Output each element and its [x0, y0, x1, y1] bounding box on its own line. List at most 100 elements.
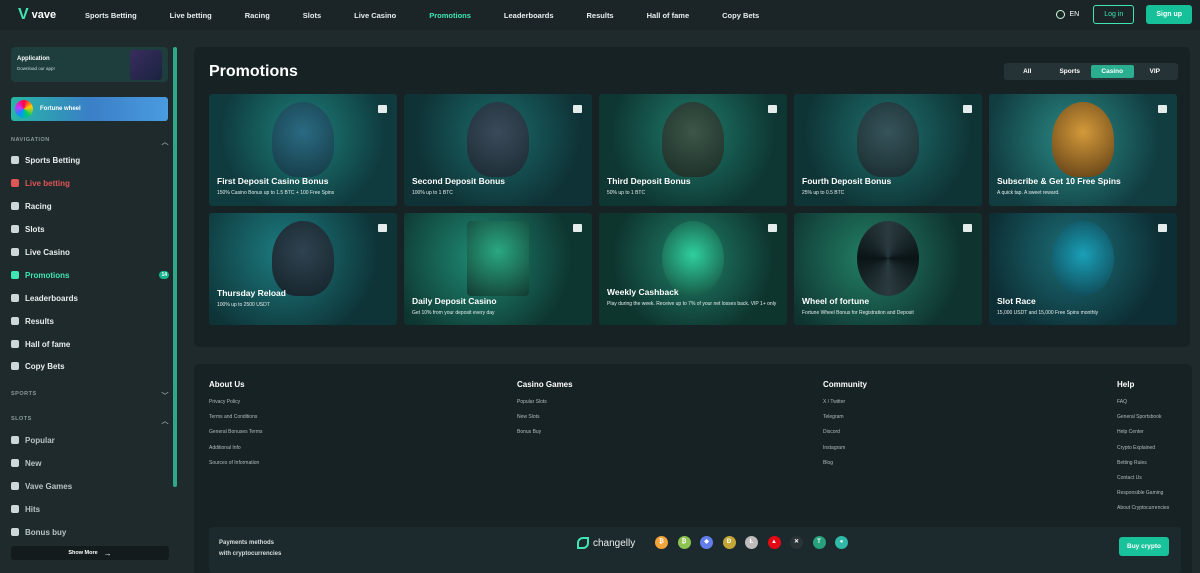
top-navigation: V vave Sports Betting Live betting Racin…: [0, 0, 1200, 30]
sidebar-item-racing[interactable]: Racing: [11, 199, 169, 213]
sidebar-item-hits[interactable]: Hits: [11, 502, 169, 516]
tether-icon: T: [812, 536, 826, 549]
changelly-logo[interactable]: changelly: [577, 537, 635, 549]
promo-card-weekly-cashback[interactable]: Weekly Cashback Play during the week. Re…: [599, 213, 787, 325]
footer: About Us Privacy Policy Terms and Condit…: [194, 364, 1192, 573]
xrp-icon: ✕: [790, 536, 803, 549]
header-actions: EN Log in Sign up: [1055, 5, 1192, 24]
show-more-button[interactable]: Show More →: [11, 546, 169, 560]
promo-art-image: [662, 221, 724, 296]
sidebar-item-hall-of-fame[interactable]: Hall of fame: [11, 337, 169, 351]
sidebar-item-sports-betting[interactable]: Sports Betting: [11, 153, 169, 167]
nav-copy-bets[interactable]: Copy Bets: [722, 11, 759, 20]
slots-section-header[interactable]: SLOTS ︿: [11, 416, 169, 426]
footer-link[interactable]: Blog: [823, 460, 867, 475]
fortune-wheel-banner[interactable]: Fortune wheel: [11, 97, 168, 121]
footer-link[interactable]: Bonus Buy: [517, 429, 573, 444]
app-download-card[interactable]: Application Download our app!: [11, 47, 168, 82]
footer-link[interactable]: New Slots: [517, 414, 573, 429]
footer-link[interactable]: About Cryptocurrencies: [1117, 505, 1169, 520]
fortune-wheel-icon: [15, 100, 33, 118]
footer-link[interactable]: FAQ: [1117, 399, 1169, 414]
hits-icon: [11, 505, 19, 513]
sidebar-item-label: Live Casino: [25, 247, 70, 257]
sidebar-item-label: Live betting: [25, 178, 70, 188]
sidebar-item-label: Hall of fame: [25, 339, 71, 349]
sports-section-header[interactable]: SPORTS ﹀: [11, 391, 169, 401]
sidebar-item-results[interactable]: Results: [11, 314, 169, 328]
nav-leaderboards[interactable]: Leaderboards: [504, 11, 554, 20]
nav-sports-betting[interactable]: Sports Betting: [85, 11, 137, 20]
nav-live-betting[interactable]: Live betting: [170, 11, 212, 20]
footer-link[interactable]: Instagram: [823, 445, 867, 460]
promo-card-wheel-of-fortune[interactable]: Wheel of fortune Fortune Wheel Bonus for…: [794, 213, 982, 325]
sidebar-item-vave-games[interactable]: Vave Games: [11, 479, 169, 493]
sidebar-item-promotions[interactable]: Promotions 14: [11, 268, 169, 282]
tab-vip[interactable]: VIP: [1134, 65, 1177, 78]
tab-casino[interactable]: Casino: [1091, 65, 1134, 78]
footer-link[interactable]: General Sportsbook: [1117, 414, 1169, 429]
promo-art-image: [467, 221, 529, 296]
footer-link[interactable]: Betting Rules: [1117, 460, 1169, 475]
navigation-section-header[interactable]: NAVIGATION ︿: [11, 137, 169, 147]
footer-link[interactable]: Terms and Conditions: [209, 414, 263, 429]
sidebar-item-new[interactable]: New: [11, 456, 169, 470]
sidebar-item-label: Results: [25, 316, 54, 326]
footer-link[interactable]: Crypto Explained: [1117, 445, 1169, 460]
footer-link[interactable]: Sources of Information: [209, 460, 263, 475]
footer-link[interactable]: General Bonuses Terms: [209, 429, 263, 444]
footer-link[interactable]: Responsible Gaming: [1117, 490, 1169, 505]
promo-card-title: Thursday Reload: [217, 288, 286, 298]
gift-icon: [378, 105, 387, 113]
language-selector[interactable]: EN: [1055, 10, 1079, 19]
signup-button[interactable]: Sign up: [1146, 5, 1192, 24]
footer-link[interactable]: Additional Info: [209, 445, 263, 460]
tab-all[interactable]: All: [1006, 65, 1049, 78]
nav-live-casino[interactable]: Live Casino: [354, 11, 396, 20]
nav-slots[interactable]: Slots: [303, 11, 321, 20]
login-button[interactable]: Log in: [1093, 5, 1135, 24]
promo-card-fourth-deposit[interactable]: Fourth Deposit Bonus 25% up to 0.5 BTC: [794, 94, 982, 206]
popular-icon: [11, 436, 19, 444]
footer-link[interactable]: Help Center: [1117, 429, 1169, 444]
promo-card-third-deposit[interactable]: Third Deposit Bonus 50% up to 1 BTC: [599, 94, 787, 206]
promo-card-daily-deposit[interactable]: Daily Deposit Casino Get 10% from your d…: [404, 213, 592, 325]
bitcoin-icon: ₿: [655, 536, 668, 549]
footer-link[interactable]: X / Twitter: [823, 399, 867, 414]
promo-card-subscribe[interactable]: Subscribe & Get 10 Free Spins A quick ta…: [989, 94, 1177, 206]
promo-card-slot-race[interactable]: Slot Race 15,000 USDT and 15,000 Free Sp…: [989, 213, 1177, 325]
footer-link[interactable]: Discord: [823, 429, 867, 444]
tron-icon: ▲: [767, 536, 781, 549]
sidebar-item-live-betting[interactable]: Live betting: [11, 176, 169, 190]
nav-racing[interactable]: Racing: [245, 11, 270, 20]
promo-card-second-deposit[interactable]: Second Deposit Bonus 100% up to 1 BTC: [404, 94, 592, 206]
sidebar-item-live-casino[interactable]: Live Casino: [11, 245, 169, 259]
promo-card-thursday-reload[interactable]: Thursday Reload 100% up to 2500 USDT: [209, 213, 397, 325]
sidebar-item-leaderboards[interactable]: Leaderboards: [11, 291, 169, 305]
vave-logo[interactable]: V vave: [18, 6, 78, 24]
sidebar-item-copy-bets[interactable]: Copy Bets: [11, 359, 169, 373]
sidebar-item-popular[interactable]: Popular: [11, 433, 169, 447]
footer-link[interactable]: Telegram: [823, 414, 867, 429]
app-subtitle: Download our app!: [17, 66, 55, 71]
footer-link[interactable]: Popular Slots: [517, 399, 573, 414]
sidebar-item-bonus-buy[interactable]: Bonus buy: [11, 525, 169, 539]
sidebar-item-slots[interactable]: Slots: [11, 222, 169, 236]
footer-link[interactable]: Privacy Policy: [209, 399, 263, 414]
payments-line-1: Payments methods: [219, 540, 275, 546]
sidebar-item-label: Promotions: [25, 270, 70, 280]
sidebar-item-label: Bonus buy: [25, 527, 67, 537]
sidebar-item-label: Copy Bets: [25, 361, 65, 371]
promo-card-first-deposit[interactable]: First Deposit Casino Bonus 150% Casino B…: [209, 94, 397, 206]
sidebar-item-label: Sports Betting: [25, 155, 81, 165]
buy-crypto-button[interactable]: Buy crypto: [1119, 537, 1169, 556]
footer-link[interactable]: Contact Us: [1117, 475, 1169, 490]
sidebar-scrollbar[interactable]: [173, 47, 177, 487]
promo-card-subtitle: 15,000 USDT and 15,000 Free Spins monthl…: [997, 310, 1099, 316]
nav-promotions[interactable]: Promotions: [429, 11, 471, 20]
nav-hall-of-fame[interactable]: Hall of fame: [647, 11, 690, 20]
bonus-icon: [11, 528, 19, 536]
dealer-icon: [11, 248, 19, 256]
nav-results[interactable]: Results: [587, 11, 614, 20]
tab-sports[interactable]: Sports: [1049, 65, 1092, 78]
